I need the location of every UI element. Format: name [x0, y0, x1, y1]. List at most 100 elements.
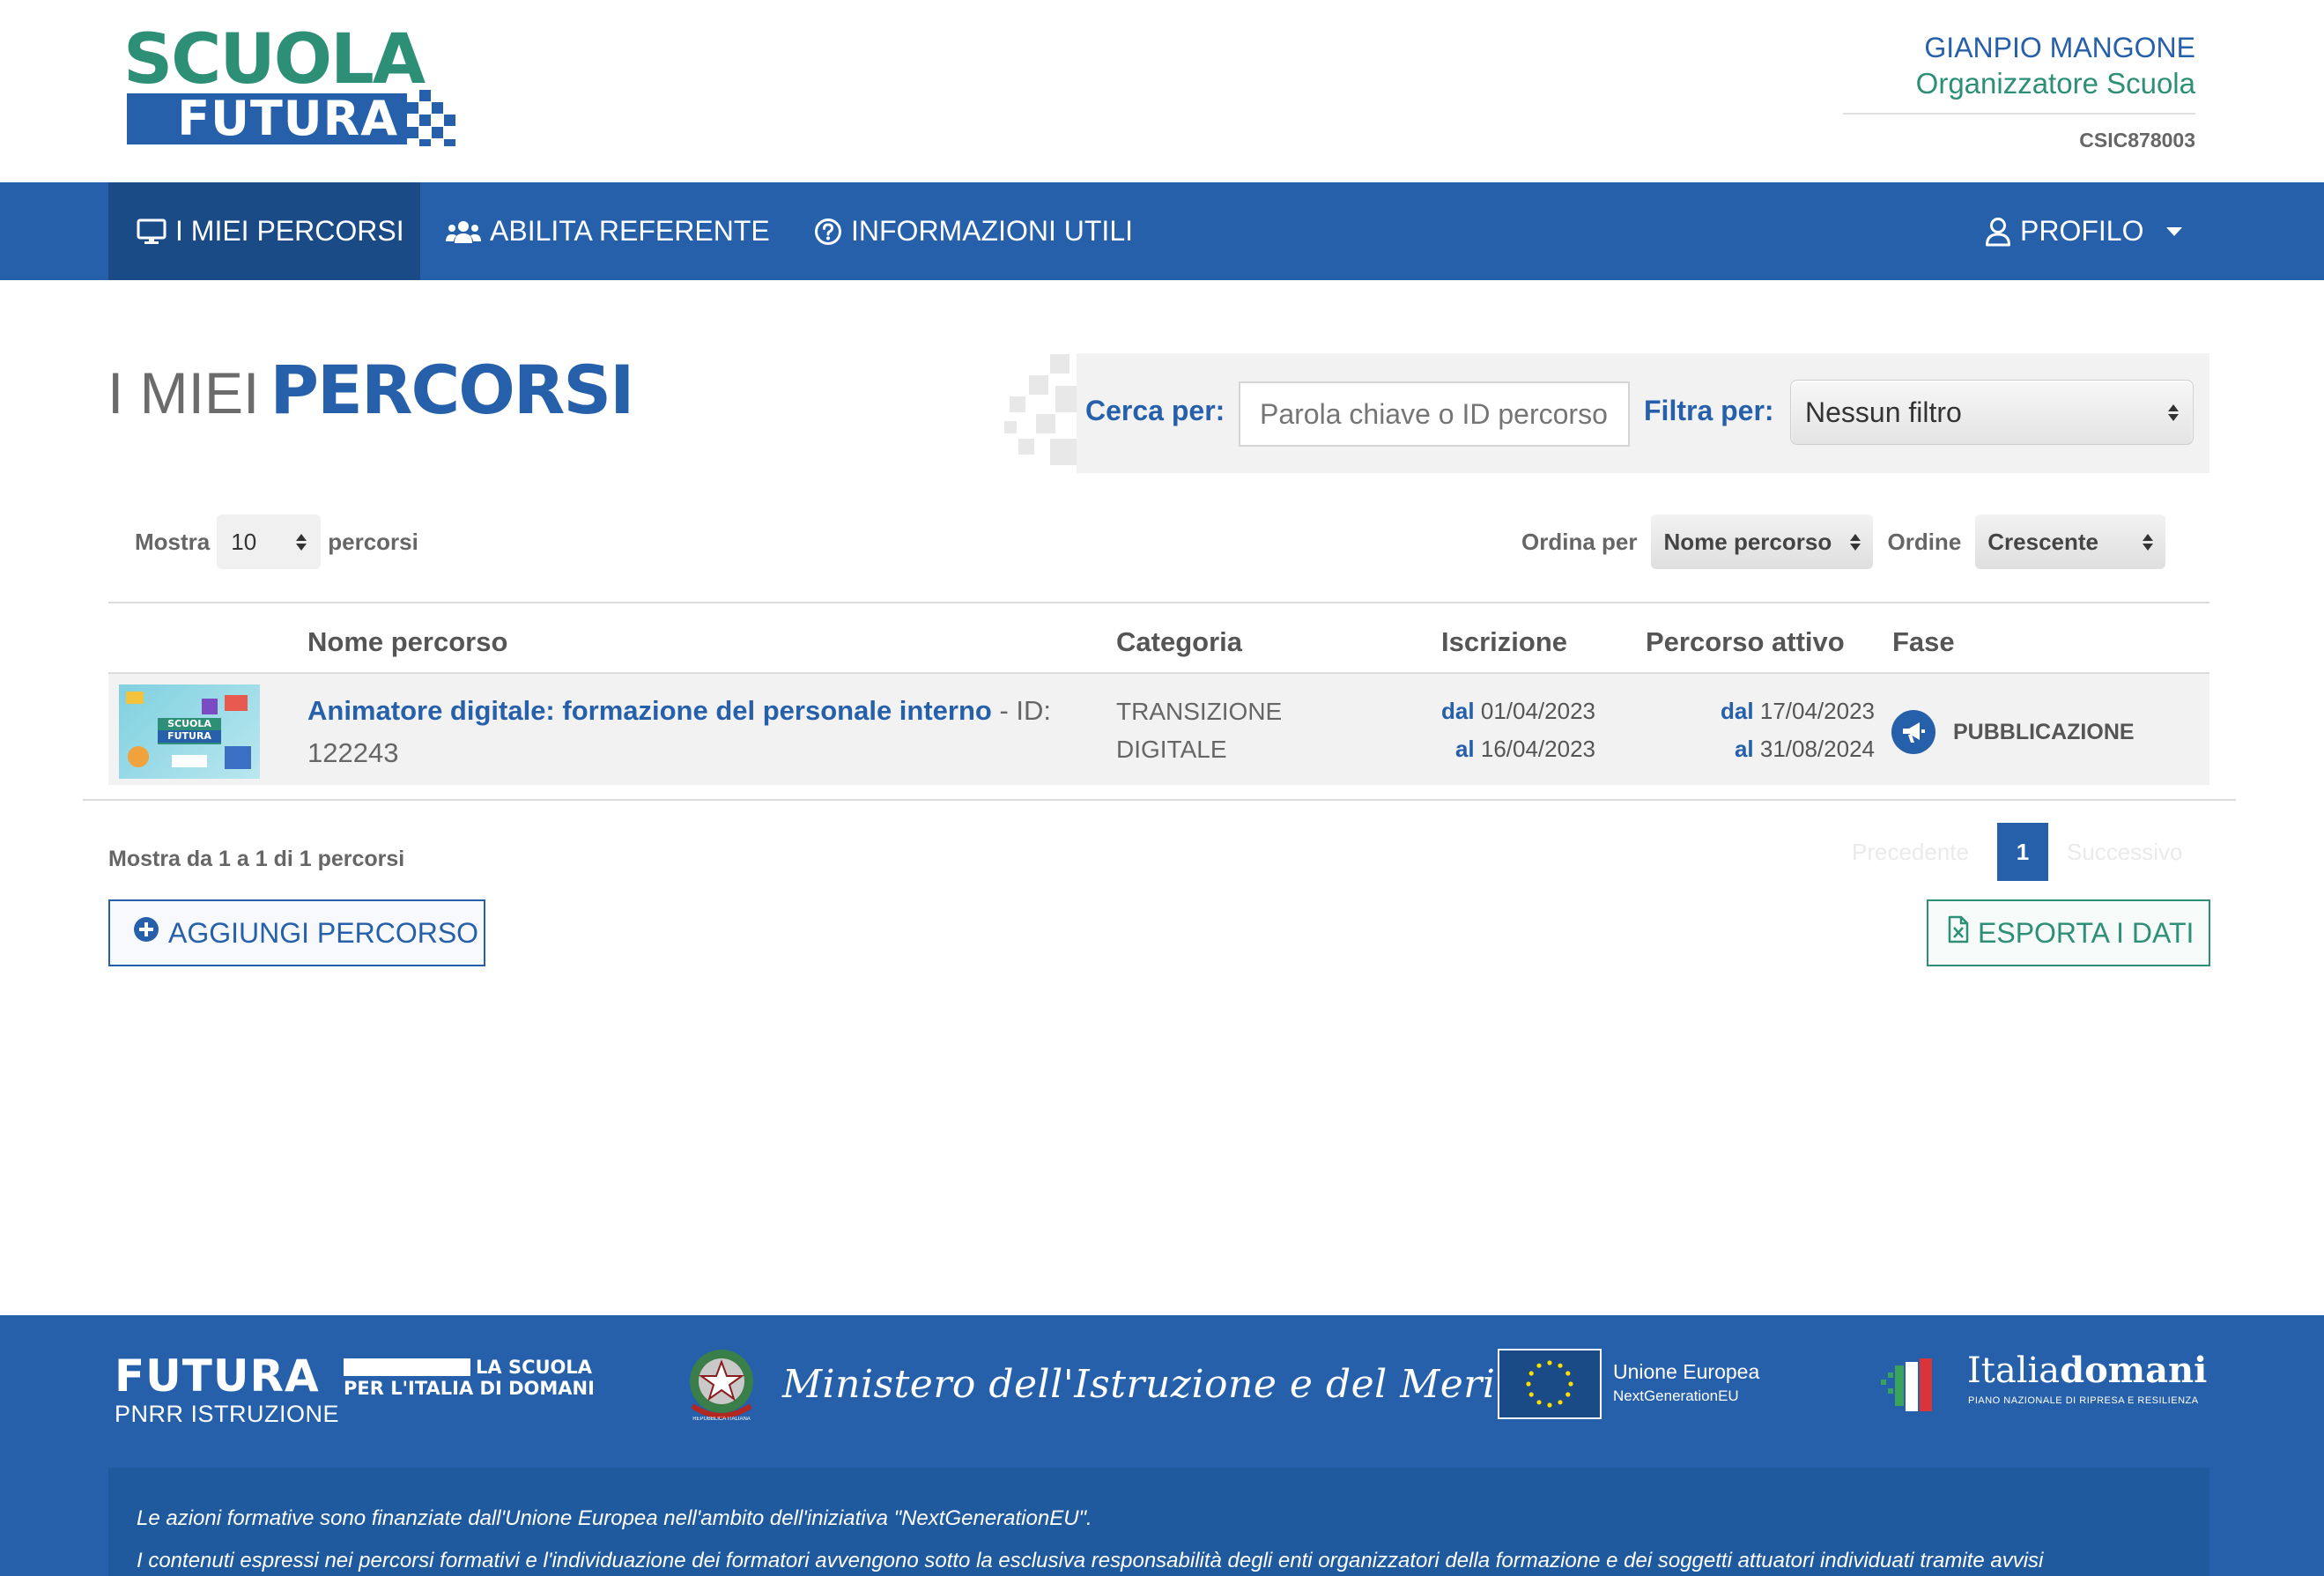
futura-pnrr-logo[interactable]: FUTURA PNRR ISTRUZIONE	[115, 1351, 339, 1427]
filter-select[interactable]: Nessun filtro	[1790, 380, 2194, 445]
order-by-label: Ordina per	[1521, 528, 1638, 555]
eu-next-generation-text[interactable]: Unione Europea NextGenerationEU	[1613, 1358, 1759, 1408]
enrollment-start: 01/04/2023	[1480, 698, 1595, 724]
export-data-button[interactable]: ESPORTA I DATI	[1927, 899, 2210, 966]
page-title: I MIEI PERCORSI	[107, 351, 634, 449]
logo-line-2: FUTURA	[127, 93, 407, 144]
user-role: Organizzatore Scuola	[1843, 65, 2195, 115]
page-title-bold: PERCORSI	[270, 351, 634, 429]
italia-domani-name: Italiadomani	[1967, 1350, 2207, 1391]
search-pixels-decoration	[997, 351, 1085, 474]
course-name-cell: Animatore digitale: formazione del perso…	[307, 690, 1092, 774]
search-input[interactable]	[1239, 381, 1630, 447]
course-phase: PUBBLICAZIONE	[1891, 710, 2135, 754]
page-size-value: 10	[231, 528, 257, 555]
page-title-light: I MIEI	[107, 360, 260, 425]
select-arrows-icon	[1850, 533, 1861, 551]
futura-logo-text: FUTURA	[115, 1350, 320, 1402]
order-value: Crescente	[1987, 528, 2099, 555]
active-end: 31/08/2024	[1759, 736, 1875, 762]
italia-domani-logo[interactable]: Italiadomani PIANO NAZIONALE DI RIPRESA …	[1879, 1350, 2207, 1420]
column-header-categoria[interactable]: Categoria	[1116, 626, 1242, 658]
eu-line-1: Unione Europea	[1613, 1360, 1760, 1383]
notice-line-2: I contenuti espressi nei percorsi format…	[137, 1549, 2044, 1572]
site-header: SCUOLA FUTURA GIANPIO MANGONE Organizzat…	[0, 0, 2324, 182]
logo-pixels-decoration	[407, 90, 463, 146]
phase-label: PUBBLICAZIONE	[1953, 719, 2135, 744]
course-category: TRANSIZIONE DIGITALE	[1116, 698, 1283, 763]
megaphone-icon	[1891, 710, 1935, 754]
show-suffix: percorsi	[328, 528, 418, 555]
sort-controls: Ordina per Nome percorso Ordine Crescent…	[1521, 514, 2166, 569]
order-by-select[interactable]: Nome percorso	[1651, 514, 1874, 569]
column-header-fase[interactable]: Fase	[1892, 626, 1955, 658]
notice-line-1: Le azioni formative sono finanziate dall…	[137, 1506, 1092, 1530]
user-info: GIANPIO MANGONE Organizzatore Scuola CSI…	[1843, 30, 2195, 153]
pagination-page-1[interactable]: 1	[1997, 823, 2048, 881]
date-label: dal	[1441, 698, 1475, 724]
pagination-next[interactable]: Successivo	[2067, 823, 2183, 881]
select-arrows-icon	[2168, 403, 2179, 421]
italia-domani-part-2: domani	[2060, 1350, 2208, 1391]
futura-logo-sub: PNRR ISTRUZIONE	[115, 1401, 340, 1427]
course-link[interactable]: Animatore digitale: formazione del perso…	[307, 695, 992, 726]
order-select[interactable]: Crescente	[1975, 514, 2166, 569]
filter-label: Filtra per:	[1644, 395, 1774, 426]
plus-circle-icon	[133, 916, 159, 950]
pagination-summary: Mostra da 1 a 1 di 1 percorsi	[108, 847, 405, 871]
filter-select-value: Nessun filtro	[1805, 396, 1962, 428]
add-course-button[interactable]: AGGIUNGI PERCORSO	[108, 899, 485, 966]
order-label: Ordine	[1887, 528, 1962, 555]
nav-item-abilita-referente[interactable]: ABILITA REFERENTE	[446, 182, 770, 280]
logo-line-1: SCUOLA	[123, 20, 426, 100]
enrollment-dates: dal 01/04/2023 al 16/04/2023	[1441, 692, 1595, 768]
column-header-nome[interactable]: Nome percorso	[307, 626, 507, 658]
divider	[108, 602, 2209, 603]
show-label: Mostra	[135, 528, 211, 555]
italia-domani-flag-icon	[1881, 1358, 1932, 1411]
column-header-iscrizione[interactable]: Iscrizione	[1441, 626, 1567, 658]
export-data-label: ESPORTA I DATI	[1978, 916, 2194, 949]
profile-menu[interactable]: PROFILO	[1985, 182, 2183, 280]
slogan-line-2: PER L'ITALIA DI DOMANI	[344, 1378, 595, 1399]
pagination-prev[interactable]: Precedente	[1852, 823, 1969, 881]
profile-label: PROFILO	[2020, 215, 2144, 247]
course-thumbnail[interactable]: SCUOLA FUTURA	[119, 684, 260, 779]
page-size-select[interactable]: 10	[217, 514, 322, 569]
search-label: Cerca per:	[1085, 395, 1225, 426]
users-icon	[446, 218, 481, 245]
main-nav: I MIEI PERCORSI ABILITA REFERENTE INFORM…	[0, 182, 2324, 280]
divider	[83, 799, 2236, 801]
slogan-line-1: LA SCUOLA	[476, 1357, 593, 1378]
nav-item-label: ABILITA REFERENTE	[490, 215, 770, 247]
date-label: al	[1454, 736, 1475, 762]
eu-flag-icon	[1498, 1349, 1602, 1419]
thumbnail-text: SCUOLA FUTURA	[158, 718, 221, 744]
enrollment-end: 16/04/2023	[1480, 736, 1595, 762]
add-course-label: AGGIUNGI PERCORSO	[168, 916, 479, 949]
eu-line-2: NextGenerationEU	[1613, 1387, 1739, 1404]
date-label: dal	[1721, 698, 1754, 724]
user-name: GIANPIO MANGONE	[1924, 32, 2195, 63]
active-start: 17/04/2023	[1759, 698, 1875, 724]
active-dates: dal 17/04/2023 al 31/08/2024	[1721, 692, 1875, 768]
italia-domani-sub: PIANO NAZIONALE DI RIPRESA E RESILIENZA	[1968, 1395, 2199, 1406]
column-header-percorso-attivo[interactable]: Percorso attivo	[1646, 626, 1845, 658]
monitor-icon	[137, 218, 167, 245]
scuola-futura-logo[interactable]: SCUOLA FUTURA	[123, 25, 467, 148]
select-arrows-icon	[2143, 533, 2154, 551]
excel-file-icon	[1948, 915, 1969, 951]
school-code: CSIC878003	[2079, 129, 2195, 152]
page-size-control: Mostra 10 percorsi	[135, 514, 418, 569]
order-by-value: Nome percorso	[1663, 528, 1832, 555]
nav-item-label: I MIEI PERCORSI	[175, 215, 404, 247]
nav-item-label: INFORMAZIONI UTILI	[851, 215, 1133, 247]
slogan-bar-decoration	[344, 1358, 470, 1376]
italia-domani-part-1: Italia	[1967, 1350, 2061, 1391]
funding-notice: Le azioni formative sono finanziate dall…	[108, 1468, 2209, 1576]
ministero-logo-text[interactable]: Ministero dell'Istruzione e del Merito	[782, 1362, 1536, 1407]
nav-item-i-miei-percorsi[interactable]: I MIEI PERCORSI	[108, 182, 420, 280]
help-circle-icon	[814, 218, 842, 246]
nav-item-informazioni-utili[interactable]: INFORMAZIONI UTILI	[814, 182, 1133, 280]
italian-republic-emblem-icon: REPUBBLICA ITALIANA	[684, 1344, 759, 1425]
